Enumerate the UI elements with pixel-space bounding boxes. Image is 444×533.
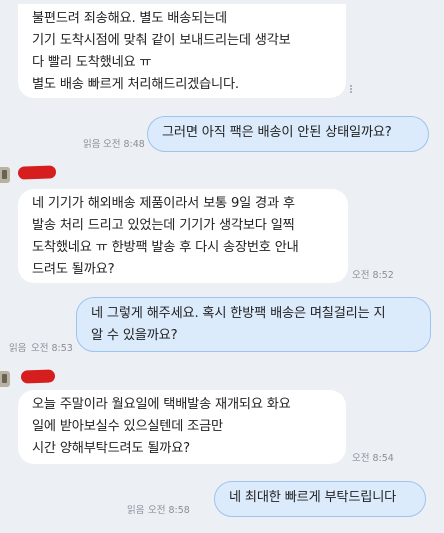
read-indicator: 읽음 — [9, 343, 27, 354]
outgoing-message-bubble: 네 최대한 빠르게 부탁드립니다 — [214, 481, 426, 517]
outgoing-message-bubble: 그러면 아직 팩은 배송이 안된 상태일까요? — [147, 116, 429, 152]
more-vertical-icon[interactable] — [349, 84, 353, 96]
read-indicator: 읽음 — [127, 505, 145, 516]
message-time: 오전 8:52 — [352, 270, 394, 281]
avatar[interactable] — [0, 167, 10, 183]
message-time: 오전 8:53 — [31, 343, 73, 354]
incoming-message-bubble: 네 기기가 해외배송 제품이라서 보통 9일 경과 후 발송 처리 드리고 있었… — [18, 189, 348, 283]
outgoing-message-bubble: 네 그렇게 해주세요. 혹시 한방팩 배송은 며칠걸리는 지 알 수 있을까요? — [76, 297, 431, 352]
redacted-sender-name — [17, 165, 57, 180]
message-time: 오전 8:54 — [352, 453, 394, 464]
avatar[interactable] — [0, 371, 10, 387]
read-indicator: 읽음 — [83, 139, 101, 150]
redacted-sender-name — [20, 369, 56, 384]
message-time: 오전 8:48 — [103, 139, 145, 150]
incoming-message-bubble: 오늘 주말이라 월요일에 택배발송 재개되요 화요 일에 받아보실수 있으실텐데… — [18, 390, 346, 464]
incoming-message-bubble: 불편드려 죄송해요. 별도 배송되는데 기기 도착시점에 맞춰 같이 보내드리는… — [18, 4, 346, 98]
message-time: 오전 8:58 — [148, 505, 190, 516]
